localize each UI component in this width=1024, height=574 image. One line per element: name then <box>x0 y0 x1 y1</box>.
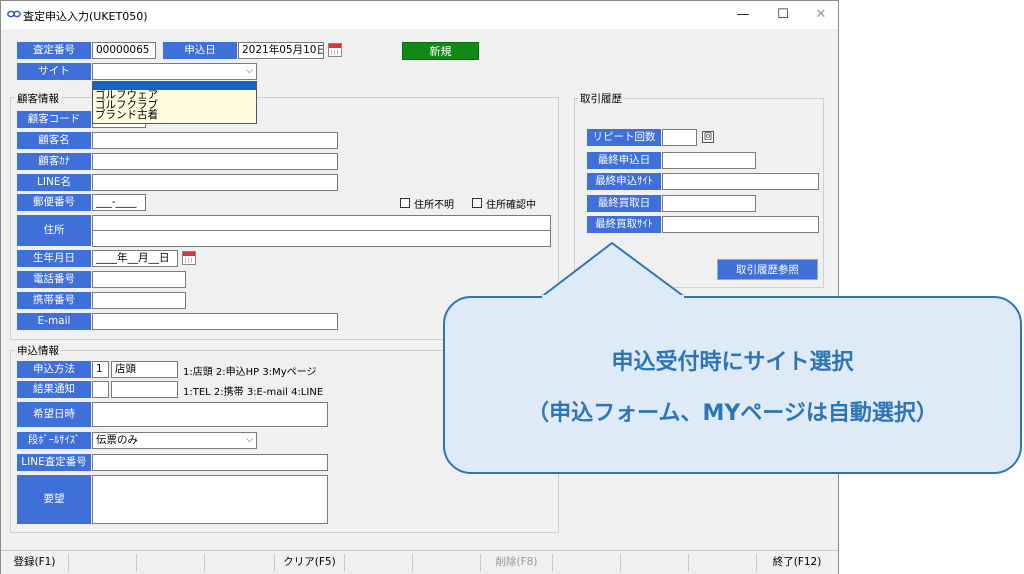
callout-line2: （申込フォーム、MYページは自動選択） <box>527 401 938 426</box>
callout-line1: 申込受付時にサイト選択 <box>611 350 854 375</box>
callout-pointer-join <box>542 295 684 299</box>
